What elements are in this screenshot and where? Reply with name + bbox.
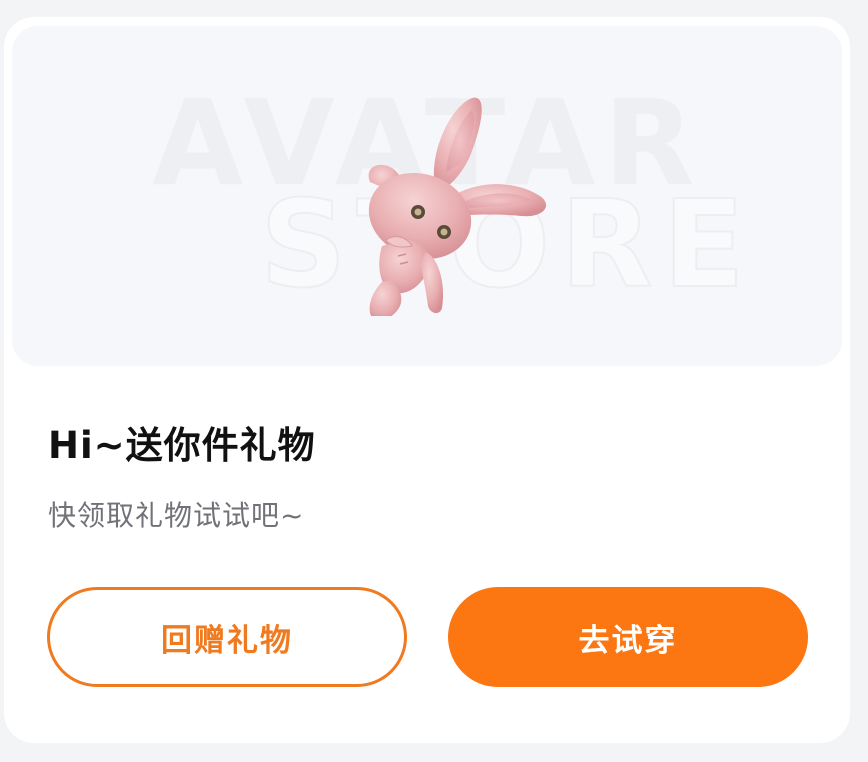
gift-title: Hi~送你件礼物	[48, 424, 316, 467]
try-on-button[interactable]: 去试穿	[448, 587, 808, 687]
bunny-plush-icon	[368, 97, 547, 316]
gift-subtitle: 快领取礼物试试吧~	[48, 499, 305, 532]
return-gift-button[interactable]: 回赠礼物	[47, 587, 407, 687]
avatar-store-banner: AVATAR STORE	[12, 26, 842, 366]
gift-card: AVATAR STORE Hi~送你件礼物 快领取礼物试试吧~ 回赠礼物 去试穿	[4, 17, 850, 743]
